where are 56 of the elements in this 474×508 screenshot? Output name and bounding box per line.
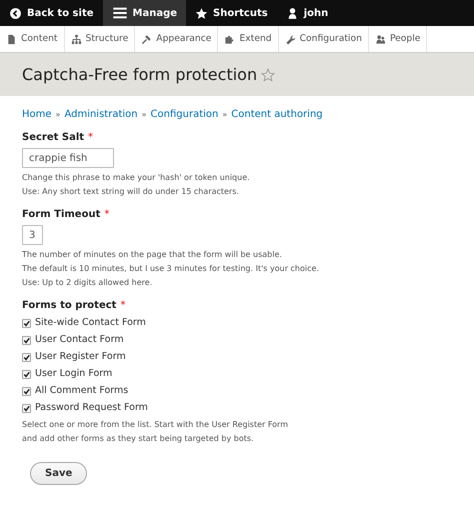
menu-link[interactable]: People xyxy=(368,26,428,52)
description-text: Select one or more from the list. Start with the User Register Form xyxy=(22,419,289,431)
star-icon[interactable] xyxy=(261,68,276,82)
user-icon xyxy=(286,6,299,20)
page-icon xyxy=(6,34,17,44)
input-field[interactable]: 3 xyxy=(22,225,43,245)
field-label: Forms to protect xyxy=(22,299,116,313)
checkbox[interactable] xyxy=(22,318,31,328)
breadcrumb-separator: » xyxy=(56,108,60,120)
required-mark: * xyxy=(104,208,110,222)
description-text: The number of minutes on the page that the form will be usable. xyxy=(22,249,283,261)
breadcrumb-link[interactable]: Configuration xyxy=(150,107,218,122)
toolbar-tab[interactable]: Back to site xyxy=(0,0,103,26)
toolbar-tab[interactable]: Manage xyxy=(102,0,186,26)
input-field[interactable]: crappie fish xyxy=(22,148,114,168)
checkbox-label: All Comment Forms xyxy=(35,384,128,398)
field-label: Form Timeout xyxy=(22,208,100,222)
hierarchy-icon xyxy=(70,34,82,44)
checkbox[interactable] xyxy=(22,336,31,344)
menu-link[interactable]: Extend xyxy=(218,26,279,52)
breadcrumb-link[interactable]: Administration xyxy=(64,107,138,122)
menu-link[interactable]: Structure xyxy=(64,26,136,52)
checkbox-label: User Login Form xyxy=(35,367,112,381)
description-text: Use: Up to 2 digits allowed here. xyxy=(22,277,154,289)
breadcrumb-separator: » xyxy=(222,108,228,120)
checkbox[interactable] xyxy=(22,404,31,412)
checkbox-label: Site-wide Contact Form xyxy=(35,316,146,330)
checkbox[interactable] xyxy=(22,370,31,378)
required-mark: * xyxy=(120,299,126,313)
checkbox[interactable] xyxy=(22,386,31,396)
breadcrumb-separator: » xyxy=(142,108,147,120)
checkbox-label: User Contact Form xyxy=(35,333,124,347)
menu-icon xyxy=(112,5,128,21)
puzzle-icon xyxy=(224,34,236,44)
toolbar-tab[interactable]: john xyxy=(276,0,338,26)
menu-link[interactable]: Content xyxy=(0,26,65,52)
required-mark: * xyxy=(88,131,94,145)
checkbox-label: User Register Form xyxy=(35,350,126,364)
toolbar-tab[interactable]: Shortcuts xyxy=(186,0,277,26)
description-text: and add other forms as they start being targeted by bots. xyxy=(22,433,255,445)
checkbox-label: Password Request Form xyxy=(35,401,148,415)
description-text: Change this phrase to make your 'hash' or token unique. xyxy=(22,172,251,184)
people-icon xyxy=(374,34,386,44)
breadcrumb-link[interactable]: Content authoring xyxy=(231,107,323,122)
star-icon xyxy=(195,6,208,20)
description-text: The default is 10 minutes, but I use 3 minutes for testing. It's your choice. xyxy=(22,263,320,275)
description-text: Use: Any short text string will do under 15 characters. xyxy=(22,186,240,198)
menu-link[interactable]: Appearance xyxy=(135,26,218,52)
page-title: Captcha-Free form protection xyxy=(22,64,258,84)
field-label: Secret Salt xyxy=(22,131,84,145)
checkbox[interactable] xyxy=(22,352,31,362)
menu-link[interactable]: Configuration xyxy=(278,26,369,52)
wrench-icon xyxy=(284,34,296,44)
save-button[interactable]: Save xyxy=(30,462,88,485)
breadcrumb-link[interactable]: Home xyxy=(22,107,52,122)
back-icon xyxy=(9,6,22,20)
